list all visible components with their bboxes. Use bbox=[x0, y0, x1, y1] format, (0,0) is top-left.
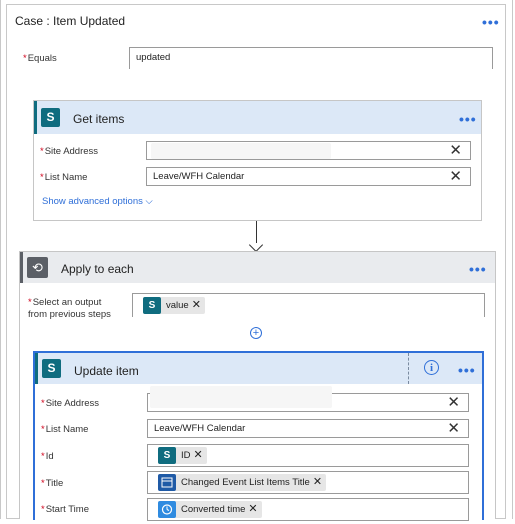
update-list-name-input[interactable]: Leave/WFH Calendar ✕ bbox=[147, 419, 469, 438]
select-output-input[interactable]: S value ✕ bbox=[132, 293, 485, 317]
update-item-header[interactable]: S Update item i ••• bbox=[35, 353, 482, 384]
update-list-name-label: *List Name bbox=[41, 424, 89, 435]
header-divider bbox=[408, 353, 409, 384]
calendar-icon bbox=[158, 474, 176, 491]
add-step-add-icon[interactable]: + bbox=[250, 327, 262, 339]
title-token-label: Changed Event List Items Title bbox=[181, 477, 310, 488]
left-edge-line bbox=[0, 0, 1, 519]
chevron-down-icon: ⌵ bbox=[145, 196, 153, 207]
clear-update-list-name-close-icon[interactable]: ✕ bbox=[447, 421, 460, 436]
equals-label: *Equals bbox=[23, 53, 57, 64]
redacted-site-address bbox=[151, 143, 331, 159]
update-item-card: S Update item i ••• *Site Address ✕ *Lis… bbox=[33, 351, 484, 521]
remove-title-token-close-icon[interactable]: ✕ bbox=[313, 476, 322, 488]
id-label: *Id bbox=[41, 451, 54, 462]
title-label: *Title bbox=[41, 478, 64, 489]
clock-icon bbox=[158, 501, 176, 518]
redacted-site-address bbox=[150, 386, 332, 408]
clear-update-site-address-close-icon[interactable]: ✕ bbox=[447, 395, 460, 410]
remove-start-time-token-close-icon[interactable]: ✕ bbox=[248, 503, 257, 515]
sharepoint-icon: S bbox=[42, 359, 61, 378]
loop-icon: ⟲ bbox=[27, 257, 48, 278]
update-item-more-dots-icon[interactable]: ••• bbox=[458, 363, 476, 377]
apply-each-more-dots-icon[interactable]: ••• bbox=[469, 262, 487, 276]
apply-each-header[interactable]: ⟲ Apply to each ••• bbox=[20, 252, 495, 283]
case-title: Case : Item Updated bbox=[15, 14, 126, 28]
start-time-label: *Start Time bbox=[41, 504, 89, 515]
start-time-input[interactable]: Converted time ✕ bbox=[147, 498, 469, 521]
update-site-address-input[interactable]: ✕ bbox=[147, 386, 469, 412]
id-input[interactable]: S ID ✕ bbox=[147, 444, 469, 467]
value-token-label: value bbox=[166, 300, 189, 311]
get-items-title: Get items bbox=[73, 112, 125, 126]
select-output-label: *Select an output from previous steps bbox=[28, 297, 111, 320]
list-name-label: *List Name bbox=[40, 172, 88, 183]
remove-id-token-close-icon[interactable]: ✕ bbox=[194, 449, 203, 461]
site-address-label: *Site Address bbox=[40, 146, 99, 157]
equals-input[interactable]: updated bbox=[129, 47, 493, 69]
site-address-input[interactable]: ✕ bbox=[146, 141, 471, 160]
clear-list-name-close-icon[interactable]: ✕ bbox=[449, 169, 462, 184]
get-items-card: S Get items ••• *Site Address ✕ *List Na… bbox=[33, 100, 482, 221]
show-advanced-options-link[interactable]: Show advanced options ⌵ bbox=[42, 196, 153, 207]
info-icon[interactable]: i bbox=[424, 360, 439, 375]
apply-each-card: ⟲ Apply to each ••• *Select an output fro… bbox=[19, 251, 496, 521]
title-input[interactable]: Changed Event List Items Title ✕ bbox=[147, 471, 469, 494]
remove-value-token-close-icon[interactable]: ✕ bbox=[192, 299, 201, 311]
update-item-title: Update item bbox=[74, 364, 139, 378]
list-name-input[interactable]: Leave/WFH Calendar ✕ bbox=[146, 167, 471, 186]
sharepoint-icon: S bbox=[158, 447, 176, 464]
case-more-dots-icon[interactable]: ••• bbox=[482, 15, 500, 29]
right-edge-line bbox=[512, 0, 513, 519]
clear-site-address-close-icon[interactable]: ✕ bbox=[449, 143, 462, 158]
id-token[interactable]: S ID ✕ bbox=[158, 447, 207, 464]
value-token[interactable]: S value ✕ bbox=[143, 297, 205, 314]
update-list-name-value: Leave/WFH Calendar bbox=[154, 423, 246, 434]
start-time-token[interactable]: Converted time ✕ bbox=[158, 501, 262, 518]
list-name-value: Leave/WFH Calendar bbox=[153, 171, 245, 182]
title-token[interactable]: Changed Event List Items Title ✕ bbox=[158, 474, 327, 491]
get-items-more-dots-icon[interactable]: ••• bbox=[459, 112, 477, 126]
sharepoint-icon: S bbox=[143, 297, 161, 314]
start-time-token-label: Converted time bbox=[181, 504, 246, 515]
apply-each-title: Apply to each bbox=[61, 262, 134, 276]
get-items-header[interactable]: S Get items ••• bbox=[34, 101, 481, 134]
id-token-label: ID bbox=[181, 450, 191, 461]
update-site-address-label: *Site Address bbox=[41, 398, 100, 409]
sharepoint-icon: S bbox=[41, 108, 60, 127]
